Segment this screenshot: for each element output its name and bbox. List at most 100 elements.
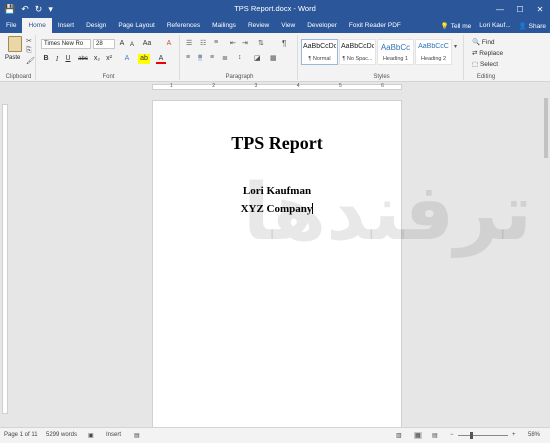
- document-canvas: TPS Report Lori Kaufman XYZ Company: [10, 92, 542, 427]
- window-controls: — ☐ ✕: [490, 0, 550, 18]
- paste-button[interactable]: Paste: [5, 55, 20, 61]
- borders-icon[interactable]: ▦: [270, 54, 277, 62]
- vertical-ruler-bar: [2, 104, 8, 414]
- show-formatting-icon[interactable]: ¶: [282, 39, 286, 48]
- paragraph-group-label: Paragraph: [225, 74, 254, 80]
- font-group: Times New Ro 28 A A Aa A B I U abc x₂ x²…: [38, 35, 180, 80]
- tab-developer[interactable]: Developer: [301, 18, 343, 33]
- style-heading-1[interactable]: AaBbCc Heading 1: [377, 39, 414, 65]
- tab-foxit-reader-pdf[interactable]: Foxit Reader PDF: [343, 18, 407, 33]
- shrink-font-button[interactable]: A: [127, 40, 137, 50]
- macro-icon[interactable]: ▤: [134, 432, 140, 439]
- editing-group-label: Editing: [476, 74, 496, 80]
- align-left-icon[interactable]: ≡: [186, 54, 190, 61]
- align-center-icon[interactable]: ≡: [198, 54, 203, 61]
- document-company-line[interactable]: XYZ Company: [153, 203, 401, 215]
- close-button[interactable]: ✕: [530, 0, 550, 18]
- tab-insert[interactable]: Insert: [52, 18, 80, 33]
- underline-button[interactable]: U: [63, 54, 73, 64]
- clear-formatting-button[interactable]: A: [164, 39, 174, 49]
- style-heading-2-preview: AaBbCcC: [418, 43, 449, 50]
- vertical-scrollbar[interactable]: [542, 92, 550, 427]
- horizontal-ruler-marks: 123456: [170, 83, 384, 89]
- replace-button[interactable]: ⇄ Replace: [472, 49, 503, 57]
- tab-file[interactable]: File: [0, 18, 22, 33]
- tab-home[interactable]: Home: [22, 18, 52, 33]
- vertical-ruler[interactable]: [0, 92, 10, 427]
- tab-view[interactable]: View: [275, 18, 301, 33]
- print-layout-icon[interactable]: ▦: [414, 432, 422, 439]
- zoom-slider[interactable]: [458, 432, 508, 439]
- web-layout-icon[interactable]: ▤: [432, 432, 438, 439]
- select-button[interactable]: ⬚ Select: [472, 60, 498, 68]
- tab-mailings[interactable]: Mailings: [206, 18, 242, 33]
- styles-more-icon[interactable]: ▾: [454, 43, 457, 50]
- zoom-in-icon[interactable]: +: [512, 432, 516, 438]
- clipboard-icon[interactable]: [8, 36, 22, 52]
- shading-icon[interactable]: ◪: [254, 54, 261, 62]
- bold-button[interactable]: B: [41, 54, 51, 64]
- strikethrough-button[interactable]: abc: [76, 54, 90, 64]
- maximize-button[interactable]: ☐: [510, 0, 530, 18]
- font-size-combo[interactable]: 28: [93, 39, 115, 49]
- grow-font-button[interactable]: A: [117, 39, 127, 49]
- document-heading[interactable]: TPS Report: [153, 133, 401, 154]
- bullets-icon[interactable]: ☰: [186, 39, 192, 47]
- proofing-icon[interactable]: ▣: [88, 432, 94, 439]
- horizontal-ruler[interactable]: 123456: [0, 82, 550, 92]
- highlight-color-button[interactable]: ab: [138, 54, 150, 64]
- font-name-combo[interactable]: Times New Ro: [41, 39, 91, 49]
- numbering-icon[interactable]: ☷: [200, 39, 206, 47]
- vertical-scrollbar-thumb[interactable]: [544, 98, 548, 158]
- status-page[interactable]: Page 1 of 11: [4, 432, 38, 438]
- share-button[interactable]: 👤 Share: [519, 22, 546, 30]
- status-mode[interactable]: Insert: [106, 432, 121, 438]
- find-button[interactable]: 🔍 Find: [472, 38, 495, 46]
- paragraph-group: ☰ ☷ ≡ ⇤ ⇥ ⇅ ¶ ≡ ≡ ≡ ≣ ↕ ◪ ▦ Paragraph: [182, 35, 298, 80]
- zoom-out-icon[interactable]: −: [450, 432, 454, 438]
- align-right-icon[interactable]: ≡: [210, 54, 214, 61]
- tab-references[interactable]: References: [161, 18, 206, 33]
- zoom-slider-thumb[interactable]: [469, 432, 473, 439]
- style-heading-2-name: Heading 2: [420, 56, 447, 62]
- replace-label: Replace: [479, 50, 504, 57]
- tell-me-box[interactable]: 💡 Tell me: [441, 22, 471, 30]
- italic-button[interactable]: I: [52, 54, 62, 64]
- style-heading-2[interactable]: AaBbCcC Heading 2: [415, 39, 452, 65]
- justify-icon[interactable]: ≣: [222, 54, 228, 62]
- document-page[interactable]: TPS Report Lori Kaufman XYZ Company: [152, 100, 402, 427]
- read-mode-icon[interactable]: ▥: [396, 432, 402, 439]
- status-bar: Page 1 of 11 5299 words ▣ Insert ▤ ▥ ▦ ▤…: [0, 427, 550, 443]
- styles-group-label: Styles: [373, 74, 390, 80]
- style-normal[interactable]: AaBbCcDc ¶ Normal: [301, 39, 338, 65]
- tab-review[interactable]: Review: [242, 18, 275, 33]
- status-words[interactable]: 5299 words: [46, 432, 77, 438]
- style-no-spacing[interactable]: AaBbCcDc ¶ No Spac...: [339, 39, 376, 65]
- user-name[interactable]: Lori Kauf...: [479, 22, 510, 29]
- document-author[interactable]: Lori Kaufman: [153, 185, 401, 197]
- minimize-button[interactable]: —: [490, 0, 510, 18]
- subscript-button[interactable]: x₂: [92, 54, 102, 64]
- text-cursor: [312, 203, 314, 214]
- change-case-button[interactable]: Aa: [140, 39, 154, 49]
- line-spacing-icon[interactable]: ↕: [238, 54, 242, 61]
- superscript-button[interactable]: x²: [104, 54, 114, 64]
- tabs-right: 💡 Tell me Lori Kauf... 👤 Share: [441, 18, 546, 33]
- decrease-indent-icon[interactable]: ⇤: [230, 39, 236, 47]
- multilevel-list-icon[interactable]: ≡: [214, 39, 218, 46]
- select-label: Select: [479, 61, 499, 68]
- find-label: Find: [481, 39, 495, 46]
- font-group-label: Font: [102, 74, 115, 80]
- increase-indent-icon[interactable]: ⇥: [242, 39, 248, 47]
- style-no-spacing-name: ¶ No Spac...: [342, 56, 373, 62]
- font-color-button[interactable]: A: [156, 54, 166, 64]
- copy-icon[interactable]: ⎘: [26, 47, 32, 55]
- text-effects-button[interactable]: A: [122, 54, 132, 64]
- tab-design[interactable]: Design: [80, 18, 112, 33]
- cut-icon[interactable]: ✂: [26, 37, 32, 45]
- format-painter-icon[interactable]: 🖌: [26, 57, 35, 65]
- zoom-level[interactable]: 58%: [528, 432, 540, 438]
- tab-page-layout[interactable]: Page Layout: [112, 18, 161, 33]
- sort-icon[interactable]: ⇅: [258, 39, 264, 47]
- editing-group: 🔍 Find ⇄ Replace ⬚ Select Editing: [466, 35, 506, 80]
